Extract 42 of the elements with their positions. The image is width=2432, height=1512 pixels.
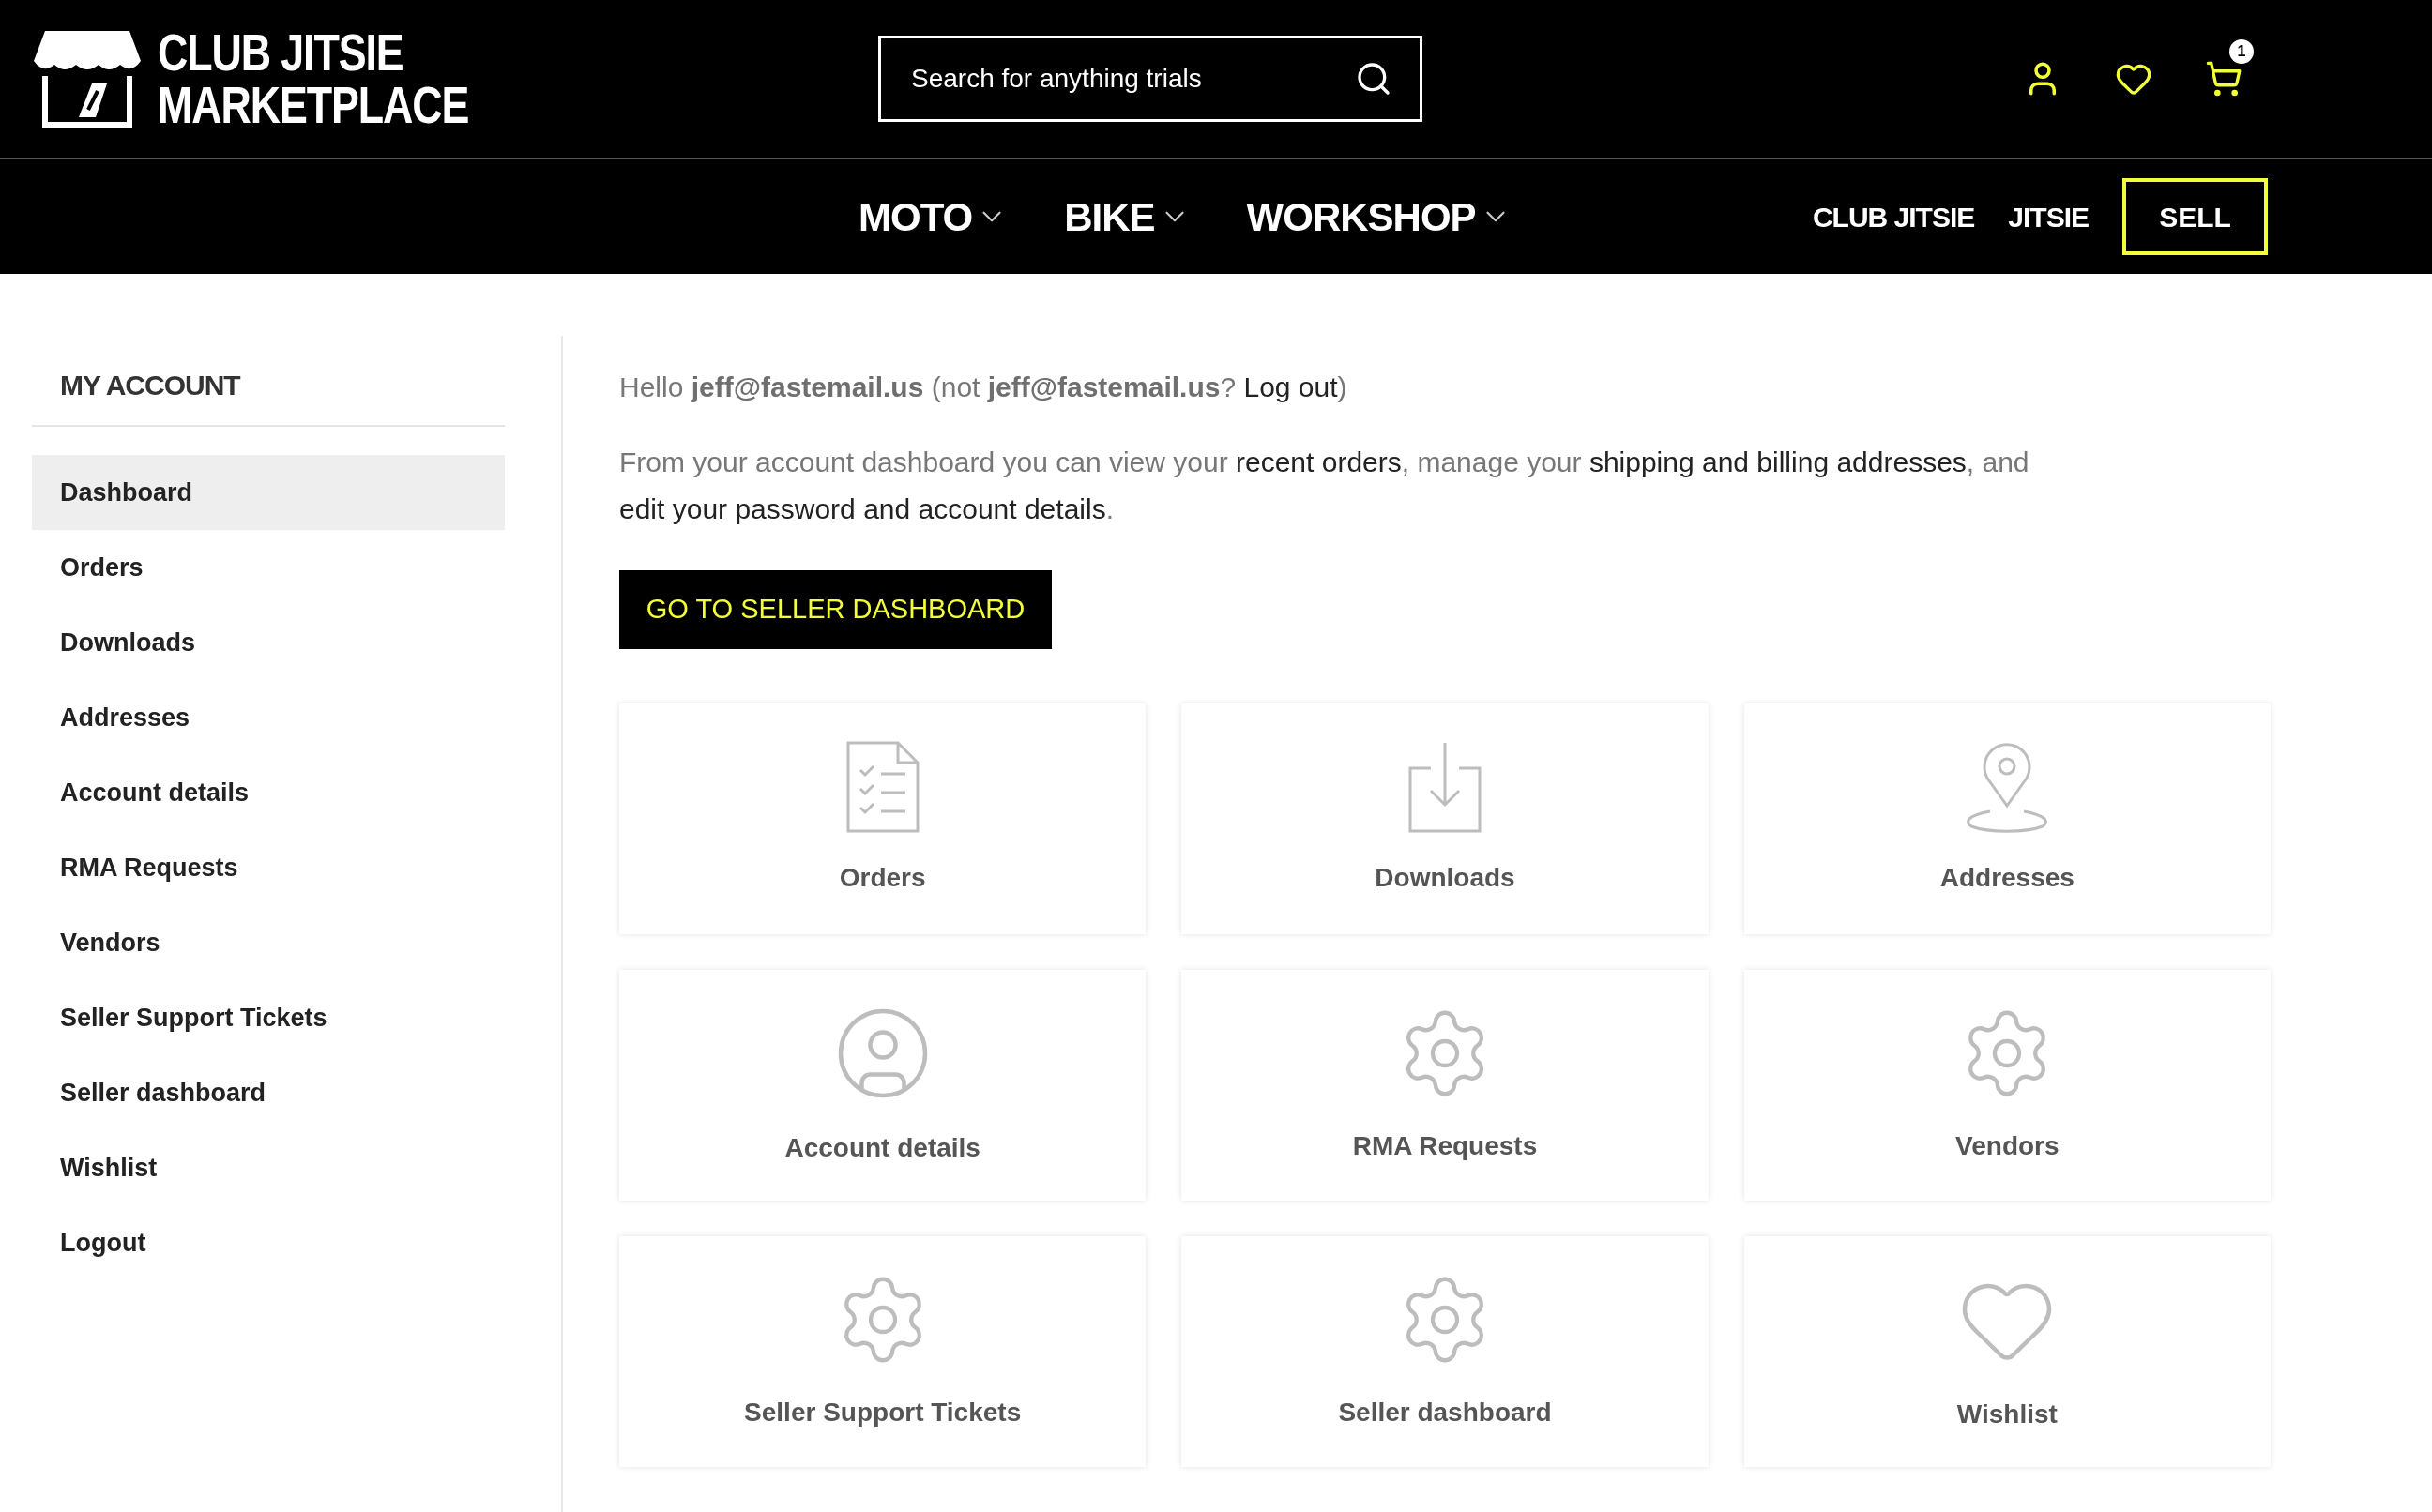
sidebar-item[interactable]: Dashboard [32, 455, 505, 530]
dashboard-card[interactable]: Addresses [1743, 703, 2271, 934]
sidebar-item[interactable]: Addresses [32, 680, 505, 755]
greeting-text: Hello jeff@fastemail.us (not jeff@fastemail.us? Log out) [619, 370, 1348, 404]
dashboard-card[interactable]: Downloads [1181, 703, 1709, 934]
search-icon[interactable] [1355, 60, 1392, 98]
nav-menu[interactable]: MOTO [859, 187, 1009, 247]
nav-link[interactable]: JITSIE [2008, 195, 2089, 238]
sidebar-item[interactable]: RMA Requests [32, 830, 505, 905]
nav-menu[interactable]: BIKE [1064, 187, 1191, 247]
dashboard-card[interactable]: Seller dashboard [1181, 1236, 1709, 1467]
dashboard-card[interactable]: Account details [619, 970, 1147, 1201]
dashboard-card[interactable]: Seller Support Tickets [619, 1236, 1147, 1467]
dashboard-card[interactable]: RMA Requests [1181, 970, 1709, 1201]
nav-link[interactable]: CLUB JITSIE [1812, 195, 1975, 238]
sidebar-item[interactable]: Account details [32, 755, 505, 830]
logo-text: MARKETPLACE [158, 79, 469, 131]
text-link[interactable]: shipping and billing addresses [1588, 446, 1967, 477]
intro-text: From your account dashboard you can view your recent orders, manage your shipping and billing addresses, and edit your password and account details. [619, 446, 2030, 526]
sidebar-item[interactable]: Seller dashboard [32, 1055, 505, 1130]
sidebar-item[interactable]: Seller Support Tickets [32, 980, 505, 1055]
sidebar-item[interactable]: Downloads [32, 605, 505, 680]
text-link[interactable]: recent orders [1236, 446, 1402, 477]
dashboard-card[interactable]: Vendors [1743, 970, 2271, 1201]
download-tray-icon [1407, 740, 1482, 834]
cart-icon[interactable] [2205, 60, 2242, 98]
cart-count-badge: 1 [2229, 39, 2254, 64]
checklist-document-icon [844, 740, 920, 834]
dashboard-card[interactable]: Wishlist [1743, 1236, 2271, 1467]
sidebar-title: MY ACCOUNT [59, 369, 242, 402]
sidebar-item[interactable]: Orders [32, 530, 505, 605]
dashboard-card[interactable]: Orders [619, 703, 1147, 934]
sidebar-item[interactable]: Logout [32, 1205, 505, 1280]
search-field[interactable]: Search for anything trials [878, 36, 1422, 122]
text-link[interactable]: Log out [1243, 371, 1338, 402]
seller-dashboard-button[interactable]: GO TO SELLER DASHBOARD [619, 570, 1052, 649]
logo-text: CLUB JITSIE [158, 26, 404, 79]
sidebar-item[interactable]: Vendors [32, 905, 505, 980]
text-link[interactable]: edit your password and account details [619, 493, 1106, 524]
sell-button[interactable]: SELL [2122, 178, 2268, 255]
nav-menu[interactable]: WORKSHOP [1246, 187, 1512, 247]
sidebar-item[interactable]: Wishlist [32, 1130, 505, 1205]
